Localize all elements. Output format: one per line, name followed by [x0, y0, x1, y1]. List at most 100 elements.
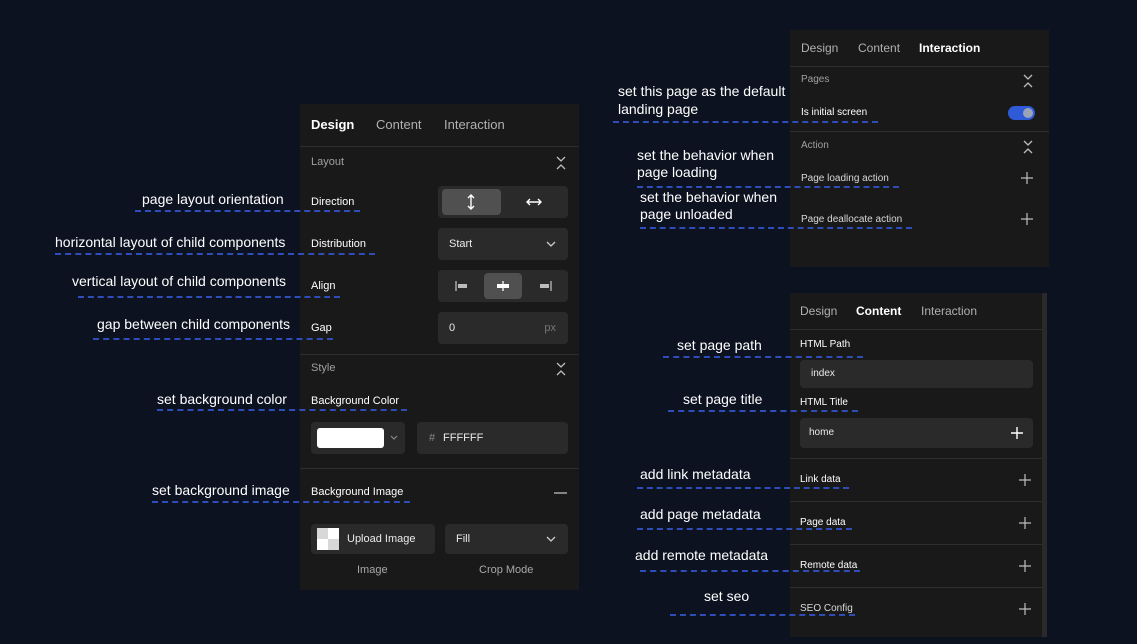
- annotation-underline: [152, 501, 410, 503]
- gap-unit: px: [544, 322, 556, 334]
- interaction-panel: Design Content Interaction Pages Is init…: [790, 30, 1049, 267]
- divider: [790, 501, 1042, 502]
- direction-vertical-button[interactable]: [442, 189, 501, 215]
- annotation-default-landing-line1: set this page as the default: [618, 83, 786, 99]
- annotation-underline: [637, 487, 849, 489]
- divider: [790, 544, 1042, 545]
- annotation-unload-behavior-line1: set the behavior when: [640, 189, 777, 205]
- annotation-underline: [637, 528, 852, 530]
- vertical-arrow-icon: [466, 194, 476, 210]
- html-title-label: HTML Title: [800, 397, 848, 408]
- align-end-button[interactable]: [526, 273, 564, 299]
- annotation-underline: [670, 614, 855, 616]
- tab-content[interactable]: Content: [376, 104, 422, 146]
- tab-content[interactable]: Content: [858, 30, 900, 66]
- chevron-down-icon: [546, 240, 556, 248]
- direction-toggle-group: [438, 186, 568, 218]
- tab-design[interactable]: Design: [801, 30, 838, 66]
- horizontal-arrow-icon: [526, 197, 542, 207]
- annotation-page-path: set page path: [677, 337, 762, 353]
- chevron-down-icon: [546, 535, 556, 543]
- annotation-bg-color: set background color: [157, 391, 287, 407]
- color-swatch: [317, 428, 384, 448]
- annotation-underline: [613, 121, 878, 123]
- annotation-default-landing-line2: landing page: [618, 101, 699, 117]
- collapse-icon[interactable]: [554, 361, 568, 377]
- upload-image-button[interactable]: Upload Image: [311, 524, 435, 554]
- align-right-icon: [539, 281, 552, 291]
- annotation-page-title: set page title: [683, 391, 763, 407]
- chevron-down-icon: [390, 435, 398, 441]
- tab-interaction[interactable]: Interaction: [919, 30, 980, 66]
- annotation-underline: [93, 338, 333, 340]
- align-label: Align: [311, 280, 336, 292]
- crop-mode-select[interactable]: Fill: [445, 524, 568, 554]
- tab-design[interactable]: Design: [311, 104, 354, 146]
- page-deallocate-action-label: Page deallocate action: [801, 214, 903, 225]
- action-section-title: Action: [801, 140, 829, 151]
- toggle-knob: [1023, 108, 1033, 118]
- divider: [790, 131, 1049, 132]
- tab-interaction[interactable]: Interaction: [444, 104, 505, 146]
- add-page-data-plus-icon[interactable]: [1019, 517, 1033, 531]
- distribution-label: Distribution: [311, 238, 367, 250]
- annotation-horizontal: horizontal layout of child components: [55, 234, 286, 250]
- annotation-underline: [55, 253, 375, 255]
- annotation-bg-image: set background image: [152, 482, 290, 498]
- color-hex-input[interactable]: # FFFFFF: [417, 422, 568, 454]
- align-start-button[interactable]: [442, 273, 480, 299]
- tab-interaction[interactable]: Interaction: [921, 293, 977, 329]
- color-swatch-picker[interactable]: [311, 422, 405, 454]
- annotation-underline: [640, 570, 860, 572]
- annotation-seo: set seo: [704, 588, 750, 604]
- add-seo-plus-icon[interactable]: [1019, 603, 1033, 617]
- upload-image-label: Upload Image: [347, 533, 416, 545]
- collapse-icon[interactable]: [1021, 73, 1035, 89]
- add-link-data-plus-icon[interactable]: [1019, 474, 1033, 488]
- layout-section-title: Layout: [311, 156, 345, 168]
- design-panel: Design Content Interaction Layout Direct…: [300, 104, 579, 590]
- collapse-icon[interactable]: [554, 155, 568, 171]
- align-left-icon: [455, 281, 468, 291]
- distribution-select[interactable]: Start: [438, 228, 568, 260]
- tab-design[interactable]: Design: [800, 293, 837, 329]
- scrollbar[interactable]: [1042, 293, 1047, 637]
- html-title-value: home: [809, 427, 835, 438]
- annotation-load-behavior-line2: page loading: [637, 164, 718, 180]
- annotation-underline: [637, 186, 899, 188]
- align-center-icon: [496, 281, 510, 291]
- direction-horizontal-button[interactable]: [505, 189, 564, 215]
- image-caption: Image: [357, 564, 388, 576]
- add-loading-action-plus-icon[interactable]: [1021, 172, 1035, 186]
- html-path-input[interactable]: index: [800, 360, 1033, 388]
- page-loading-action-label: Page loading action: [801, 173, 889, 184]
- annotation-load-behavior-line1: set the behavior when: [637, 147, 774, 163]
- collapse-icon[interactable]: [1021, 139, 1035, 155]
- annotation-orientation: page layout orientation: [142, 191, 284, 207]
- html-title-input[interactable]: home: [800, 418, 1033, 448]
- gap-input[interactable]: 0 px: [438, 312, 568, 344]
- annotation-underline: [663, 356, 863, 358]
- annotation-page-metadata: add page metadata: [640, 506, 761, 522]
- align-toggle-group: [438, 270, 568, 302]
- add-remote-data-plus-icon[interactable]: [1019, 560, 1033, 574]
- annotation-remote-metadata: add remote metadata: [635, 547, 769, 563]
- annotation-underline: [157, 409, 407, 411]
- annotation-vertical: vertical layout of child components: [72, 273, 286, 289]
- minus-icon[interactable]: [554, 492, 567, 494]
- distribution-value: Start: [449, 238, 473, 250]
- divider: [300, 354, 579, 355]
- annotation-gap: gap between child components: [97, 316, 291, 332]
- crop-mode-caption: Crop Mode: [479, 564, 534, 576]
- gap-value: 0: [449, 322, 456, 334]
- initial-screen-toggle[interactable]: [1008, 106, 1035, 120]
- background-image-label: Background Image: [311, 486, 404, 498]
- background-color-label: Background Color: [311, 395, 400, 407]
- align-center-button[interactable]: [484, 273, 522, 299]
- tab-content[interactable]: Content: [856, 293, 901, 329]
- annotation-unload-behavior-line2: page unloaded: [640, 206, 733, 222]
- style-section-title: Style: [311, 362, 336, 374]
- add-plus-icon[interactable]: [1011, 427, 1023, 439]
- tab-bar: Design Content Interaction: [790, 30, 1049, 67]
- add-deallocate-action-plus-icon[interactable]: [1021, 213, 1035, 227]
